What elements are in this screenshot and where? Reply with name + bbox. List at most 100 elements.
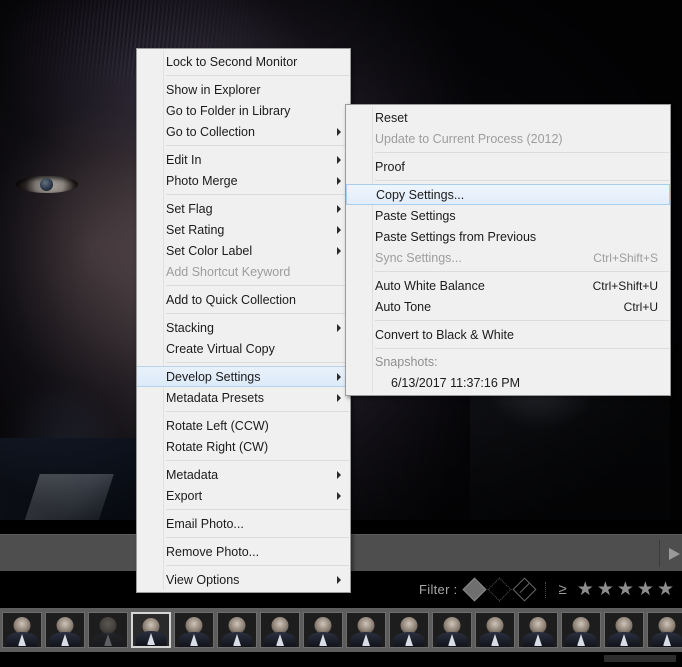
filmstrip-thumbnail[interactable] bbox=[88, 612, 128, 648]
filmstrip-thumbnail[interactable] bbox=[604, 612, 644, 648]
menu-item-label: Email Photo... bbox=[166, 516, 244, 531]
star-icon-2[interactable]: ★ bbox=[597, 580, 614, 599]
thumbnail-body bbox=[264, 632, 296, 647]
menu-item-paste-settings-from-previous[interactable]: Paste Settings from Previous bbox=[346, 226, 670, 247]
flag-picked-icon[interactable] bbox=[462, 577, 487, 602]
menu-separator bbox=[375, 271, 669, 272]
filmstrip-thumbnail[interactable] bbox=[45, 612, 85, 648]
menu-item-view-options[interactable]: View Options bbox=[137, 569, 350, 590]
toolbar-divider bbox=[659, 540, 660, 567]
photo-context-menu[interactable]: Lock to Second Monitor Show in Explorer Go… bbox=[136, 48, 351, 593]
filmstrip-thumbnail[interactable] bbox=[346, 612, 386, 648]
menu-item-shortcut: Ctrl+Shift+U bbox=[592, 278, 658, 293]
menu-item-email-photo[interactable]: Email Photo... bbox=[137, 513, 350, 534]
menu-item-go-to-folder-in-library[interactable]: Go to Folder in Library bbox=[137, 100, 350, 121]
menu-item-metadata[interactable]: Metadata bbox=[137, 464, 350, 485]
menu-item-show-in-explorer[interactable]: Show in Explorer bbox=[137, 79, 350, 100]
develop-settings-submenu[interactable]: Reset Update to Current Process (2012) Pro… bbox=[345, 104, 671, 396]
thumbnail-body bbox=[651, 632, 682, 647]
menu-item-convert-to-black-white[interactable]: Convert to Black & White bbox=[346, 324, 670, 345]
chevron-right-icon[interactable] bbox=[669, 548, 680, 560]
filmstrip-thumbnail[interactable] bbox=[131, 612, 171, 648]
menu-item-label: Copy Settings... bbox=[376, 187, 465, 202]
menu-item-add-to-quick-collection[interactable]: Add to Quick Collection bbox=[137, 289, 350, 310]
filmstrip-thumbnail[interactable] bbox=[2, 612, 42, 648]
filter-controls: Filter : ≥ ★ ★ ★ ★ ★ bbox=[419, 571, 674, 608]
menu-item-photo-merge[interactable]: Photo Merge bbox=[137, 170, 350, 191]
menu-item-label: Snapshots: bbox=[375, 355, 438, 369]
menu-item-develop-settings[interactable]: Develop Settings bbox=[137, 366, 350, 387]
thumbnail-body bbox=[479, 632, 511, 647]
menu-item-rotate-left-ccw[interactable]: Rotate Left (CCW) bbox=[137, 415, 350, 436]
menu-item-set-color-label[interactable]: Set Color Label bbox=[137, 240, 350, 261]
flag-unflagged-icon[interactable] bbox=[487, 577, 512, 602]
menu-item-auto-tone[interactable]: Auto Tone Ctrl+U bbox=[346, 296, 670, 317]
menu-item-label: Set Flag bbox=[166, 201, 213, 216]
menu-item-paste-settings[interactable]: Paste Settings bbox=[346, 205, 670, 226]
filmstrip[interactable] bbox=[0, 608, 682, 652]
filmstrip-thumbnail[interactable] bbox=[432, 612, 472, 648]
menu-item-rotate-right-cw[interactable]: Rotate Right (CW) bbox=[137, 436, 350, 457]
menu-item-remove-photo[interactable]: Remove Photo... bbox=[137, 541, 350, 562]
menu-item-set-flag[interactable]: Set Flag bbox=[137, 198, 350, 219]
menu-item-create-virtual-copy[interactable]: Create Virtual Copy bbox=[137, 338, 350, 359]
menu-item-label: Go to Collection bbox=[166, 124, 255, 139]
menu-item-reset[interactable]: Reset bbox=[346, 107, 670, 128]
thumbnail-body bbox=[6, 632, 38, 647]
menu-item-copy-settings[interactable]: Copy Settings... bbox=[346, 184, 670, 205]
menu-item-auto-white-balance[interactable]: Auto White Balance Ctrl+Shift+U bbox=[346, 275, 670, 296]
thumbnail-body bbox=[307, 632, 339, 647]
menu-item-stacking[interactable]: Stacking bbox=[137, 317, 350, 338]
thumbnail-body bbox=[350, 632, 382, 647]
menu-item-label: Lock to Second Monitor bbox=[166, 54, 298, 69]
menu-item-label: Develop Settings bbox=[166, 369, 261, 384]
filmstrip-thumbnail[interactable] bbox=[303, 612, 343, 648]
filmstrip-thumbnail[interactable] bbox=[174, 612, 214, 648]
filmstrip-thumbnail[interactable] bbox=[217, 612, 257, 648]
filmstrip-thumbnail[interactable] bbox=[260, 612, 300, 648]
menu-separator bbox=[166, 75, 349, 76]
menu-item-metadata-presets[interactable]: Metadata Presets bbox=[137, 387, 350, 408]
menu-item-label: Auto Tone bbox=[375, 299, 432, 314]
menu-separator bbox=[375, 348, 669, 349]
filmstrip-scrollbar[interactable] bbox=[604, 655, 676, 662]
menu-item-label: Paste Settings bbox=[375, 208, 456, 223]
menu-item-label: View Options bbox=[166, 572, 240, 587]
menu-item-go-to-collection[interactable]: Go to Collection bbox=[137, 121, 350, 142]
chevron-right-icon bbox=[337, 246, 341, 255]
menu-item-label: Remove Photo... bbox=[166, 544, 260, 559]
menu-separator bbox=[166, 362, 349, 363]
menu-item-label: Reset bbox=[375, 110, 408, 125]
filmstrip-thumbnail[interactable] bbox=[475, 612, 515, 648]
menu-item-label: Go to Folder in Library bbox=[166, 103, 291, 118]
star-icon-1[interactable]: ★ bbox=[577, 580, 594, 599]
menu-item-export[interactable]: Export bbox=[137, 485, 350, 506]
chevron-right-icon bbox=[337, 176, 341, 185]
filmstrip-thumbnail[interactable] bbox=[647, 612, 682, 648]
filmstrip-thumbnail[interactable] bbox=[389, 612, 429, 648]
rating-comparator[interactable]: ≥ bbox=[559, 582, 567, 597]
filmstrip-thumbnail[interactable] bbox=[561, 612, 601, 648]
filmstrip-thumbnail[interactable] bbox=[518, 612, 558, 648]
menu-item-label: Rotate Right (CW) bbox=[166, 439, 269, 454]
flag-rejected-icon[interactable] bbox=[512, 577, 537, 602]
menu-item-set-rating[interactable]: Set Rating bbox=[137, 219, 350, 240]
chevron-right-icon bbox=[337, 204, 341, 213]
menu-separator bbox=[375, 180, 669, 181]
chevron-right-icon bbox=[337, 393, 341, 402]
filter-separator bbox=[544, 581, 547, 598]
menu-item-proof[interactable]: Proof bbox=[346, 156, 670, 177]
menu-item-lock-to-second-monitor[interactable]: Lock to Second Monitor bbox=[137, 51, 350, 72]
chevron-right-icon bbox=[337, 470, 341, 479]
menu-item-edit-in[interactable]: Edit In bbox=[137, 149, 350, 170]
rating-stars[interactable]: ★ ★ ★ ★ ★ bbox=[577, 580, 674, 599]
thumbnail-body bbox=[92, 632, 124, 647]
star-icon-4[interactable]: ★ bbox=[637, 580, 654, 599]
menu-item-label: Metadata Presets bbox=[166, 390, 264, 405]
menu-item-label: Update to Current Process (2012) bbox=[375, 131, 563, 146]
star-icon-5[interactable]: ★ bbox=[657, 580, 674, 599]
chevron-right-icon bbox=[337, 127, 341, 136]
star-icon-3[interactable]: ★ bbox=[617, 580, 634, 599]
snapshot-entry[interactable]: 6/13/2017 11:37:16 PM bbox=[346, 372, 670, 393]
chevron-right-icon bbox=[337, 372, 341, 381]
